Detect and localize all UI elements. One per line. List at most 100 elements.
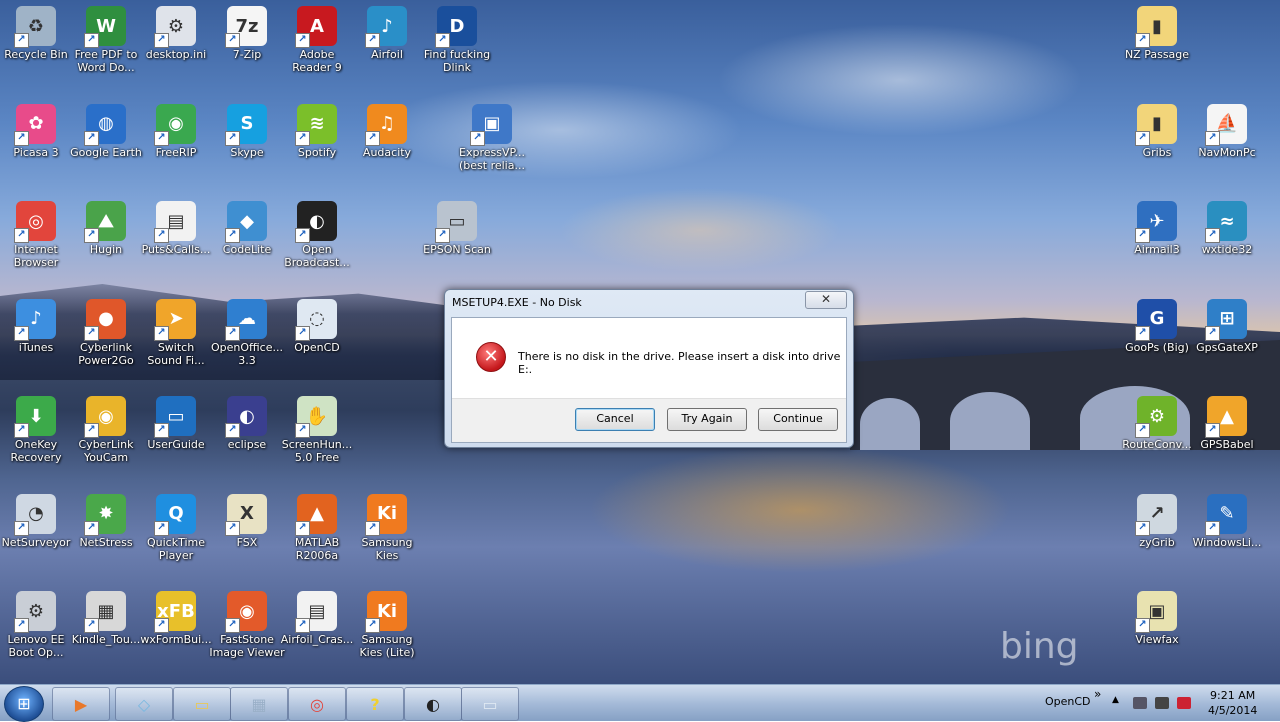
shortcut-arrow-icon: ↗	[470, 130, 485, 146]
desktop-shortcut[interactable]: ✈ ↗ Airmail3	[1119, 201, 1195, 256]
desktop-shortcut[interactable]: Ki ↗ Samsung Kies (Lite)	[349, 591, 425, 659]
desktop-shortcut[interactable]: S ↗ Skype	[209, 103, 285, 159]
desktop-shortcut-label: wxFormBui...	[140, 633, 212, 646]
desktop-shortcut[interactable]: ✋ ↗ ScreenHun... 5.0 Free	[279, 396, 355, 464]
shortcut-arrow-icon: ↗	[435, 33, 450, 48]
desktop-shortcut[interactable]: ◐ ↗ Open Broadcast...	[279, 201, 355, 269]
gpsbabel-icon: ▲ ↗	[1205, 396, 1247, 438]
desktop-shortcut[interactable]: ◐ ↗ eclipse	[209, 396, 285, 451]
desktop-shortcut[interactable]: Q ↗ QuickTime Player	[138, 493, 214, 562]
shortcut-arrow-icon: ↗	[14, 33, 29, 48]
desktop-shortcut[interactable]: X ↗ FSX	[209, 493, 285, 549]
desktop-shortcut[interactable]: W ↗ Free PDF to Word Do...	[68, 6, 144, 74]
tray-toolbar-chevron-icon[interactable]: »	[1094, 687, 1101, 701]
desktop-shortcut[interactable]: ▲ ↗ MATLAB R2006a	[279, 493, 355, 562]
desktop-shortcut[interactable]: ▣ ↗ ExpressVP... (best relia...	[454, 103, 530, 172]
desktop-shortcut[interactable]: ⚙ ↗ RouteConv...	[1119, 396, 1195, 451]
desktop-shortcut[interactable]: ▲ ↗ GPSBabel	[1189, 396, 1265, 451]
taskbar-app-button[interactable]: ◐	[404, 687, 462, 721]
desktop-shortcut[interactable]: ⬇ ↗ OneKey Recovery	[0, 396, 74, 464]
airfoil-icon: ♪ ↗	[365, 6, 407, 48]
desktop-shortcut[interactable]: ≋ ↗ Spotify	[279, 103, 355, 159]
shortcut-arrow-icon: ↗	[365, 618, 380, 633]
continue-button[interactable]: Continue	[758, 408, 838, 431]
clock-time[interactable]: 9:21 AM	[1210, 689, 1255, 702]
desktop-shortcut[interactable]: ⚙ ↗ Lenovo EE Boot Op...	[0, 591, 74, 659]
network-icon[interactable]	[1177, 697, 1191, 709]
shortcut-arrow-icon: ↗	[225, 228, 240, 243]
desktop-shortcut[interactable]: ♪ ↗ Airfoil	[349, 6, 425, 61]
desktop-shortcut[interactable]: ♫ ↗ Audacity	[349, 103, 425, 159]
desktop-shortcut-label: GPSBabel	[1200, 438, 1254, 451]
adobe-reader-icon: A ↗	[295, 6, 337, 48]
desktop-shortcut[interactable]: ◎ ↗ Internet Browser	[0, 201, 74, 269]
desktop-shortcut[interactable]: ⚙ ↗ desktop.ini	[138, 6, 214, 61]
calculator-taskbar-icon: ▦	[251, 694, 267, 714]
shortcut-arrow-icon: ↗	[1205, 228, 1220, 243]
taskbar-app-button[interactable]: ▦	[230, 687, 288, 721]
desktop-shortcut[interactable]: ⛵ ↗ NavMonPc	[1189, 103, 1265, 159]
desktop-shortcut[interactable]: ▤ ↗ Puts&Calls...	[138, 201, 214, 256]
tray-opencd-label[interactable]: OpenCD	[1045, 695, 1091, 708]
desktop-shortcut[interactable]: ▭ ↗ UserGuide	[138, 396, 214, 451]
desktop-shortcut[interactable]: Ki ↗ Samsung Kies	[349, 493, 425, 562]
netsurveyor-icon: ◔ ↗	[14, 493, 56, 536]
volume-icon[interactable]	[1155, 697, 1169, 709]
bing-watermark: bing	[1000, 626, 1079, 667]
desktop-shortcut[interactable]: ● ↗ Cyberlink Power2Go	[68, 298, 144, 367]
desktop-shortcut[interactable]: ◉ ↗ FreeRIP	[138, 103, 214, 159]
no-disk-dialog[interactable]: MSETUP4.EXE - No Disk ✕ ✕ There is no di…	[444, 289, 854, 448]
skype-icon: S ↗	[225, 103, 267, 146]
desktop-shortcut[interactable]: ◍ ↗ Google Earth	[68, 103, 144, 159]
desktop-shortcut[interactable]: ⊞ ↗ GpsGateXP	[1189, 298, 1265, 354]
taskbar-app-button[interactable]: ◇	[115, 687, 173, 721]
spotify-icon: ≋ ↗	[295, 103, 337, 146]
tray-show-hidden-icon[interactable]: ▲	[1112, 695, 1119, 705]
taskbar-app-button[interactable]: ◎	[288, 687, 346, 721]
taskbar-app-button[interactable]: ?	[346, 687, 404, 721]
eclipse-icon: ◐ ↗	[225, 396, 267, 438]
taskbar-app-button[interactable]: ▭	[173, 687, 231, 721]
desktop-shortcut[interactable]: A ↗ Adobe Reader 9	[279, 6, 355, 74]
desktop-shortcut[interactable]: ↗ ↗ zyGrib	[1119, 493, 1195, 549]
desktop-shortcut[interactable]: ◆ ↗ CodeLite	[209, 201, 285, 256]
start-button[interactable]: ⊞	[4, 686, 44, 722]
taskbar-app-button[interactable]: ▭	[461, 687, 519, 721]
desktop-shortcut[interactable]: ◉ ↗ FastStone Image Viewer	[209, 591, 285, 659]
desktop-shortcut[interactable]: ✿ ↗ Picasa 3	[0, 103, 74, 159]
shortcut-arrow-icon: ↗	[225, 618, 240, 633]
desktop-shortcut[interactable]: ♻ ↗ Recycle Bin	[0, 6, 74, 61]
desktop-shortcut[interactable]: ▤ ↗ Airfoil_Cras...	[279, 591, 355, 646]
dialog-close-button[interactable]: ✕	[805, 291, 847, 309]
taskbar-app-button[interactable]: ▶	[52, 687, 110, 721]
desktop-shortcut[interactable]: ▮ ↗ Gribs	[1119, 103, 1195, 159]
clock-date[interactable]: 4/5/2014	[1208, 704, 1257, 717]
try-again-button[interactable]: Try Again	[667, 408, 747, 431]
desktop-shortcut[interactable]: ✸ ↗ NetStress	[68, 493, 144, 549]
desktop-shortcut[interactable]: ☁ ↗ OpenOffice... 3.3	[209, 298, 285, 367]
desktop-shortcut-label: OpenOffice... 3.3	[211, 340, 283, 367]
desktop-shortcut[interactable]: xFB ↗ wxFormBui...	[138, 591, 214, 646]
cancel-button[interactable]: Cancel	[575, 408, 655, 431]
desktop-shortcut[interactable]: ◌ ↗ OpenCD	[279, 298, 355, 354]
desktop-shortcut[interactable]: ▭ ↗ EPSON Scan	[419, 201, 495, 256]
shortcut-arrow-icon: ↗	[84, 228, 99, 243]
document-icon: ▤ ↗	[154, 201, 196, 243]
shortcut-arrow-icon: ↗	[154, 520, 169, 536]
desktop-shortcut[interactable]: D ↗ Find fucking Dlink	[419, 6, 495, 74]
desktop-shortcut[interactable]: 7z ↗ 7-Zip	[209, 6, 285, 61]
desktop-shortcut[interactable]: ✎ ↗ WindowsLi...	[1189, 493, 1265, 549]
desktop-shortcut[interactable]: ▮ ↗ NZ Passage	[1119, 6, 1195, 61]
desktop-shortcut[interactable]: ◔ ↗ NetSurveyor	[0, 493, 74, 549]
desktop-shortcut[interactable]: G ↗ GooPs (Big)	[1119, 298, 1195, 354]
tray-device-icon[interactable]	[1133, 697, 1147, 709]
freerip-icon: ◉ ↗	[154, 103, 196, 146]
desktop-shortcut[interactable]: ➤ ↗ Switch Sound Fi...	[138, 298, 214, 367]
desktop-shortcut[interactable]: ▦ ↗ Kindle_Tou...	[68, 591, 144, 646]
quicktime-icon: Q ↗	[154, 493, 196, 536]
desktop-shortcut[interactable]: ⛰ ↗ Hugin	[68, 201, 144, 256]
desktop-shortcut[interactable]: ≈ ↗ wxtide32	[1189, 201, 1265, 256]
desktop-shortcut[interactable]: ▣ ↗ Viewfax	[1119, 591, 1195, 646]
desktop-shortcut[interactable]: ◉ ↗ CyberLink YouCam	[68, 396, 144, 464]
desktop-shortcut[interactable]: ♪ ↗ iTunes	[0, 298, 74, 354]
